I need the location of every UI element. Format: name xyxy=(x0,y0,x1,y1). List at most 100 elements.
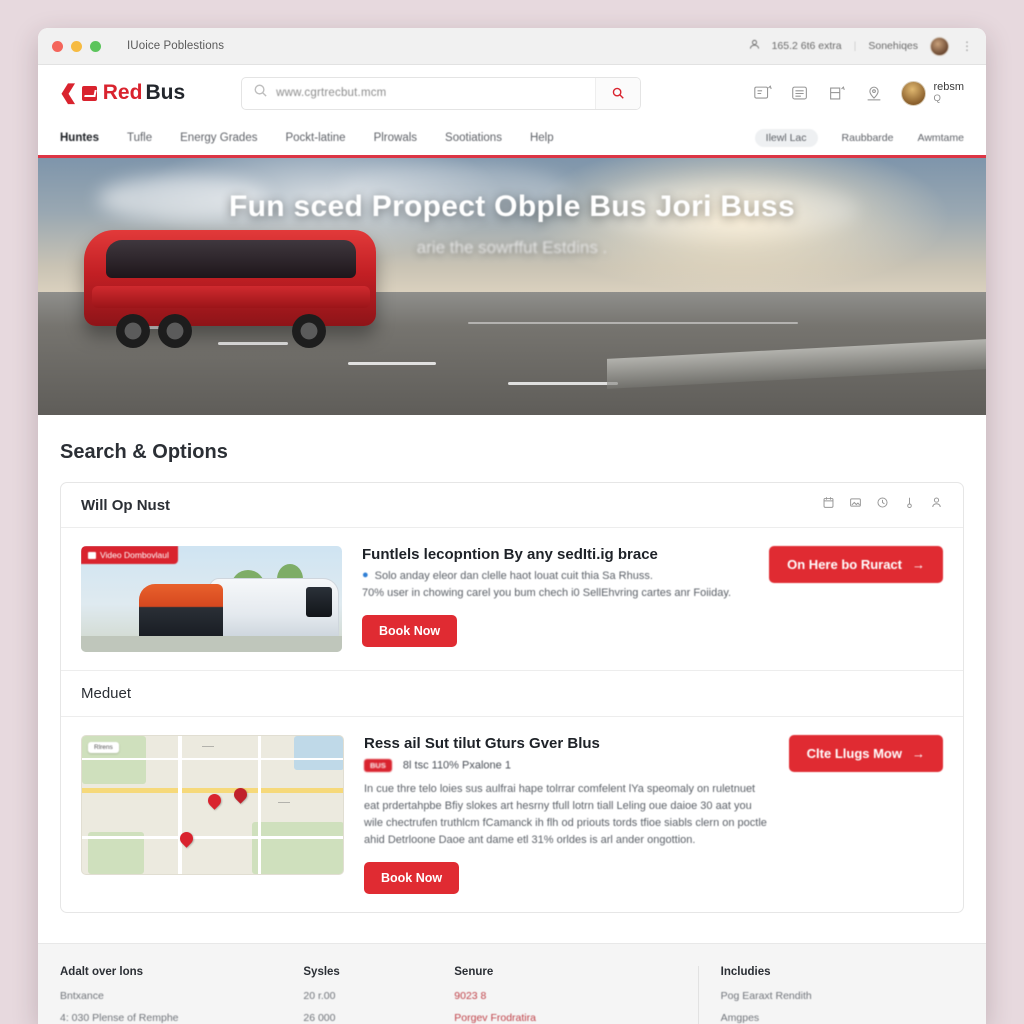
results-card-actions xyxy=(822,496,943,514)
map-park-area xyxy=(252,822,343,874)
listing-two-info: Ress ail Sut tilut Gturs Gver Blus BUS 8… xyxy=(364,735,769,895)
nav-right-group: Ilewl Lac Raubbarde Awmtame xyxy=(754,129,965,147)
listing-two-map[interactable]: —— —— Rlrens xyxy=(81,735,344,875)
window-controls[interactable] xyxy=(52,40,101,52)
map-road xyxy=(82,758,343,760)
address-go-button[interactable] xyxy=(595,77,641,109)
map-street-label: —— xyxy=(202,744,214,750)
footer-link[interactable]: Bntxance xyxy=(60,990,303,1002)
nav-pill-ilewl-lac[interactable]: Ilewl Lac xyxy=(754,129,818,147)
listing-two-cta-button[interactable]: Clte Llugs Mow → xyxy=(788,735,943,772)
image-icon[interactable] xyxy=(849,496,862,514)
map-road xyxy=(82,836,343,839)
listing-two-rating: BUS 8l tsc 110% Pxalone 1 xyxy=(364,759,769,772)
nav-item-tufle[interactable]: Tufle xyxy=(127,132,152,144)
video-badge-label: Video Dombovlaul xyxy=(100,550,169,560)
footer-column-adalt-over-lons: Adalt over lons Bntxance 4: 030 Plense o… xyxy=(60,966,303,1024)
footer-value: 26 000 xyxy=(303,1012,336,1024)
nav-item-awmtame[interactable]: Awmtame xyxy=(918,132,965,144)
person-icon[interactable] xyxy=(930,496,943,514)
arrow-right-icon: → xyxy=(912,557,925,572)
footer-value: Porgev Frodratira xyxy=(454,1012,536,1024)
listing-two-cta-label: Clte Llugs Mow xyxy=(806,746,902,761)
hero-text-block: Fun sced Propect Obple Bus Jori Buss ari… xyxy=(38,190,986,258)
overflow-menu-icon[interactable]: ⋮ xyxy=(961,39,973,53)
close-window-button[interactable] xyxy=(52,40,63,52)
map-road xyxy=(82,788,343,793)
browser-titlebar: IUoice Poblestions 165.2 6t6 extra | Son… xyxy=(38,28,986,65)
footer-link[interactable]: Amgpes xyxy=(721,1012,964,1024)
listing-one-cta-label: On Here bo Ruract xyxy=(787,557,902,572)
main-content: Search & Options Will Op Nust Video Domb… xyxy=(38,415,986,914)
minimize-window-button[interactable] xyxy=(71,40,82,52)
footer-link[interactable]: 4: 030 Plense of Remphe xyxy=(60,1012,303,1024)
thumb-bus-white xyxy=(209,578,339,642)
ticket-icon[interactable] xyxy=(790,84,810,103)
listing-one-cta-button[interactable]: On Here bo Ruract → xyxy=(769,546,943,583)
clock-icon[interactable] xyxy=(876,496,889,514)
listing-section-subheader: Meduet xyxy=(61,670,963,717)
share-icon xyxy=(749,39,760,53)
rating-badge: BUS xyxy=(364,759,392,772)
nav-item-sootiations[interactable]: Sootiations xyxy=(445,132,502,144)
titlebar-avatar[interactable] xyxy=(930,36,949,56)
map-road xyxy=(258,736,261,874)
address-bar[interactable]: www.cgrtrecbut.mcm xyxy=(241,76,642,110)
listing-one-location: ● Solo anday eleor dan clelle haot louat… xyxy=(362,569,749,583)
nav-item-help[interactable]: Help xyxy=(530,132,554,144)
nav-item-energy-grades[interactable]: Energy Grades xyxy=(180,132,257,144)
results-card-title: Will Op Nust xyxy=(81,496,171,514)
status-right-text: Sonehiqes xyxy=(868,40,918,52)
listing-row-one: Video Dombovlaul Funtlels lecopntion By … xyxy=(61,528,963,670)
footer-column-senure: Senure 9023 8 Porgev Frodratira 2800 pm xyxy=(454,966,697,1024)
site-footer: Adalt over lons Bntxance 4: 030 Plense o… xyxy=(38,943,986,1024)
address-bar-value[interactable]: www.cgrtrecbut.mcm xyxy=(276,87,595,99)
listing-two-title: Ress ail Sut tilut Gturs Gver Blus xyxy=(364,735,600,752)
listing-one-title: Funtlels lecopntion By any sedIti.ig bra… xyxy=(362,546,658,563)
nav-item-plrowals[interactable]: Plrowals xyxy=(374,132,417,144)
nav-item-huntes[interactable]: Huntes xyxy=(60,132,99,144)
listing-two-rating-text: 8l tsc 110% Pxalone 1 xyxy=(402,759,511,772)
results-card-header: Will Op Nust xyxy=(61,483,963,528)
thumb-ground xyxy=(81,636,342,652)
listing-two-description: In cue thre telo loies sus aulfrai hape … xyxy=(364,783,767,847)
dashboard-icon[interactable] xyxy=(753,84,773,103)
nav-item-raubbarde[interactable]: Raubbarde xyxy=(842,132,894,144)
map-pin-marker[interactable] xyxy=(205,791,224,810)
bookings-icon[interactable] xyxy=(827,84,847,103)
redbus-logo[interactable]: ❰ Red Bus xyxy=(58,81,185,105)
video-badge: Video Dombovlaul xyxy=(81,546,178,564)
footer-heading: Senure xyxy=(454,966,494,979)
listing-one-thumbnail[interactable]: Video Dombovlaul xyxy=(81,546,342,652)
thermometer-icon[interactable] xyxy=(903,496,916,514)
footer-link[interactable]: Pog Earaxt Rendith xyxy=(721,990,964,1002)
footer-value: 9023 8 xyxy=(454,990,487,1003)
maximize-window-button[interactable] xyxy=(90,40,101,52)
results-card: Will Op Nust Video Dombovlaul Funtlels l… xyxy=(60,482,964,914)
book-now-button-two[interactable]: Book Now xyxy=(364,862,460,895)
user-profile-chip[interactable]: rebsm Q xyxy=(901,80,964,106)
map-street-label: —— xyxy=(278,800,290,806)
road-marking xyxy=(468,321,798,324)
listing-one-description: 70% user in chowing carel you bum chech … xyxy=(362,587,732,599)
footer-column-sysles: Sysles 20 r.00 26 000 25 000 xyxy=(303,966,454,1024)
footer-column-includies: Includies Pog Earaxt Rendith Amgpes Ouve… xyxy=(697,966,964,1024)
main-nav: Huntes Tufle Energy Grades Pockt-latine … xyxy=(38,121,986,158)
user-sub: Q xyxy=(933,92,941,104)
book-now-button-one[interactable]: Book Now xyxy=(362,615,458,648)
bus-mark-icon xyxy=(81,85,97,101)
footer-heading: Adalt over lons xyxy=(60,966,144,979)
map-pin-icon: ● xyxy=(362,569,369,581)
nav-item-pockt-latine[interactable]: Pockt-latine xyxy=(285,132,345,144)
calendar-icon[interactable] xyxy=(822,496,835,514)
titlebar-status: 165.2 6t6 extra | Sonehiqes ⋮ xyxy=(749,36,973,56)
location-icon[interactable] xyxy=(864,84,884,103)
video-icon xyxy=(88,551,96,559)
search-icon xyxy=(253,83,268,103)
avatar xyxy=(901,80,927,106)
map-water-area xyxy=(294,736,343,770)
footer-value: 20 r.00 xyxy=(303,990,336,1003)
map-road xyxy=(178,736,182,874)
map-place-chip[interactable]: Rlrens xyxy=(88,742,119,753)
browser-window: IUoice Poblestions 165.2 6t6 extra | Son… xyxy=(38,28,986,1024)
